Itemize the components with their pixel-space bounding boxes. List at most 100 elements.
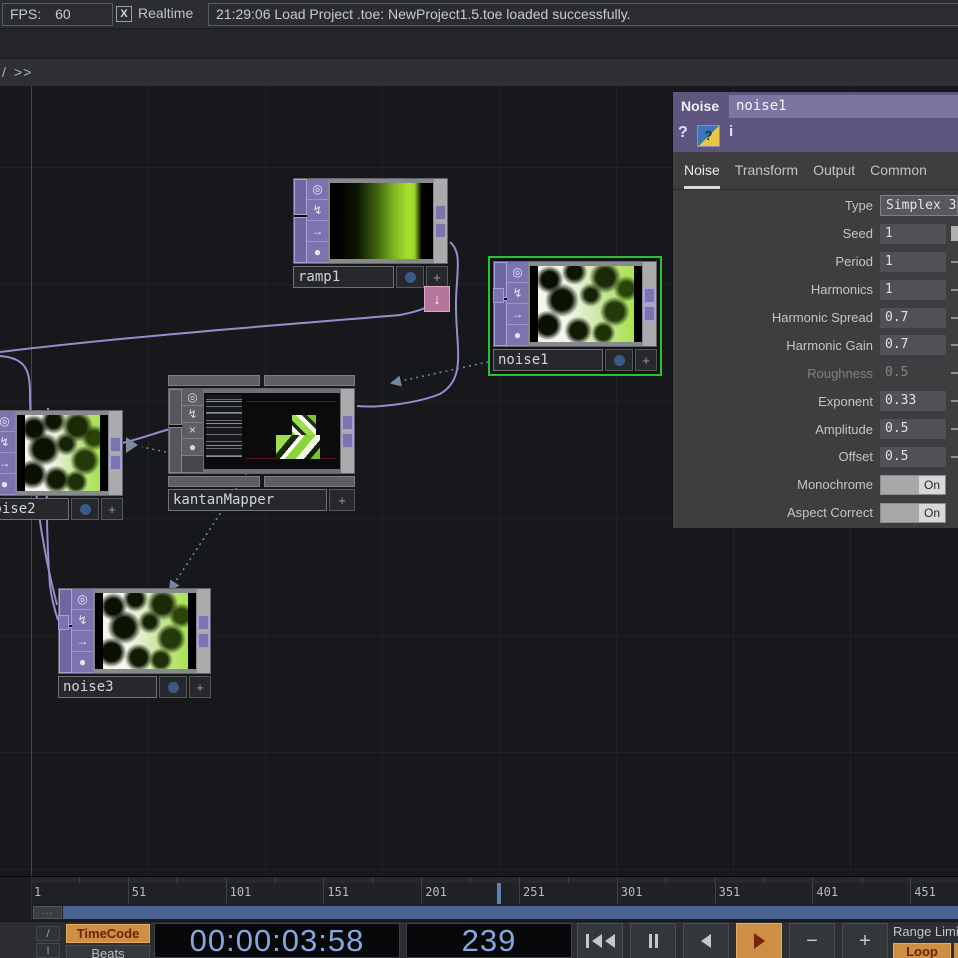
ruler-tick[interactable]: 451 xyxy=(910,883,958,905)
node-add-icon[interactable]: + xyxy=(426,266,448,288)
network-path-bar[interactable]: / >> xyxy=(0,59,958,87)
path-segment[interactable]: / xyxy=(2,64,6,80)
playhead[interactable] xyxy=(497,883,501,905)
param-toggle[interactable]: On xyxy=(880,503,946,523)
scrollbar-handle[interactable]: ... xyxy=(33,906,62,919)
node-outputs[interactable] xyxy=(434,179,447,263)
node-outputs[interactable] xyxy=(643,262,656,346)
node-preview[interactable] xyxy=(95,593,196,669)
close-icon[interactable]: × xyxy=(182,423,203,440)
operator-name-field[interactable]: noise1 xyxy=(729,95,958,118)
ruler-tick[interactable]: 101 xyxy=(226,883,324,905)
path-chevrons[interactable]: >> xyxy=(14,64,32,80)
node-color-dot[interactable] xyxy=(159,676,187,698)
param-slider-tick[interactable] xyxy=(946,317,958,319)
ruler-tick[interactable]: 201 xyxy=(421,883,519,905)
param-value-field[interactable]: 1 xyxy=(880,252,946,272)
node-noise2[interactable]: ◎ ↯ → ● noise2 + xyxy=(0,410,123,520)
ruler-tick[interactable]: 1 xyxy=(30,883,128,905)
node-preview[interactable] xyxy=(530,266,642,342)
node-input[interactable] xyxy=(58,615,69,630)
lock-icon[interactable]: ● xyxy=(182,439,203,456)
wire-drop-indicator[interactable]: ↓ xyxy=(424,286,450,312)
arrow-icon[interactable]: → xyxy=(72,631,93,652)
step-back-button[interactable] xyxy=(683,923,729,958)
ruler-tick[interactable]: 151 xyxy=(323,883,421,905)
ruler-tick[interactable]: 401 xyxy=(812,883,910,905)
bypass-icon[interactable]: ↯ xyxy=(72,610,93,631)
arrow-icon[interactable]: → xyxy=(0,453,15,474)
param-slider-tick[interactable] xyxy=(946,226,958,241)
node-outputs[interactable] xyxy=(197,589,210,673)
pause-button[interactable] xyxy=(630,923,676,958)
param-slider-tick[interactable] xyxy=(946,400,958,402)
param-toggle[interactable]: On xyxy=(880,475,946,495)
node-preview[interactable] xyxy=(204,393,340,469)
param-value-field[interactable]: 0.33 xyxy=(880,391,946,411)
node-noise3[interactable]: ◎ ↯ → ● noise3 + xyxy=(58,588,211,698)
viewer-icon[interactable]: ◎ xyxy=(307,179,328,200)
tab-output[interactable]: Output xyxy=(813,162,855,189)
node-noise1[interactable]: ◎ ↯ → ● noise1 + xyxy=(493,261,657,371)
viewer-icon[interactable]: ◎ xyxy=(182,389,203,406)
info-icon[interactable]: i xyxy=(729,123,733,140)
node-name[interactable]: ramp1 xyxy=(293,266,394,288)
ruler-tick[interactable]: 301 xyxy=(617,883,715,905)
param-value-field[interactable]: 0.7 xyxy=(880,308,946,328)
fps-display[interactable]: FPS:60 xyxy=(2,3,113,26)
node-name[interactable]: noise3 xyxy=(58,676,157,698)
param-slider-tick[interactable] xyxy=(946,289,958,291)
node-noise1-selection[interactable]: ◎ ↯ → ● noise1 + xyxy=(488,256,662,376)
node-ramp1[interactable]: ◎ ↯ → ● ramp1 + xyxy=(293,178,448,288)
node-color-dot[interactable] xyxy=(396,266,424,288)
viewer-icon[interactable]: ◎ xyxy=(72,589,93,610)
tab-transform[interactable]: Transform xyxy=(735,162,798,189)
decrement-button[interactable]: − xyxy=(789,923,835,958)
ruler-tick[interactable]: 351 xyxy=(715,883,813,905)
node-preview[interactable] xyxy=(330,183,433,259)
skip-to-start-button[interactable] xyxy=(577,923,623,958)
timecode-mode-button[interactable]: TimeCode xyxy=(66,924,150,943)
node-flags[interactable] xyxy=(59,589,72,673)
node-preview[interactable] xyxy=(17,415,108,491)
help-icon[interactable]: ? xyxy=(678,124,688,142)
param-menu[interactable]: Simplex 3D xyxy=(880,195,958,216)
tab-noise[interactable]: Noise xyxy=(684,162,720,189)
param-value-field[interactable]: 0.5 xyxy=(880,363,946,383)
tab-common[interactable]: Common xyxy=(870,162,927,189)
lock-icon[interactable]: ● xyxy=(507,325,528,346)
node-color-dot[interactable] xyxy=(605,349,633,371)
param-value-field[interactable]: 1 xyxy=(880,280,946,300)
clipped-button[interactable] xyxy=(954,943,958,958)
lock-icon[interactable]: ● xyxy=(307,242,328,263)
node-flags[interactable] xyxy=(494,262,507,346)
slash-button[interactable]: / xyxy=(36,926,60,941)
viewer-icon[interactable]: ◎ xyxy=(507,262,528,283)
bypass-icon[interactable]: ↯ xyxy=(0,432,15,453)
param-value-field[interactable]: 0.5 xyxy=(880,419,946,439)
viewer-icon[interactable]: ◎ xyxy=(0,411,15,432)
param-slider-tick[interactable] xyxy=(946,344,958,346)
beats-mode-button[interactable]: Beats xyxy=(66,945,150,958)
bypass-icon[interactable]: ↯ xyxy=(182,406,203,423)
python-help-icon[interactable]: ? xyxy=(697,125,720,147)
ruler-tick[interactable]: 51 xyxy=(128,883,226,905)
lock-icon[interactable]: ● xyxy=(0,474,15,495)
node-flags[interactable] xyxy=(169,389,182,473)
play-button[interactable] xyxy=(736,923,782,958)
node-color-dot[interactable] xyxy=(71,498,99,520)
bypass-icon[interactable]: ↯ xyxy=(307,200,328,221)
param-value-field[interactable]: 1 xyxy=(880,224,946,244)
scrollbar-bar[interactable] xyxy=(63,906,958,919)
node-flags[interactable] xyxy=(294,179,307,263)
loop-button[interactable]: Loop xyxy=(893,943,951,958)
node-kantanmapper[interactable]: ◎ ↯ × ● kantanMapper + xyxy=(168,375,355,511)
param-slider-tick[interactable] xyxy=(946,428,958,430)
realtime-checkbox[interactable]: X xyxy=(116,6,132,22)
node-name[interactable]: kantanMapper xyxy=(168,489,327,511)
arrow-icon[interactable]: → xyxy=(307,221,328,242)
ruler-tick[interactable]: 251 xyxy=(519,883,617,905)
param-value-field[interactable]: 0.5 xyxy=(880,447,946,467)
timeline-scrollbar[interactable]: ... xyxy=(0,904,958,921)
param-slider-tick[interactable] xyxy=(946,456,958,458)
